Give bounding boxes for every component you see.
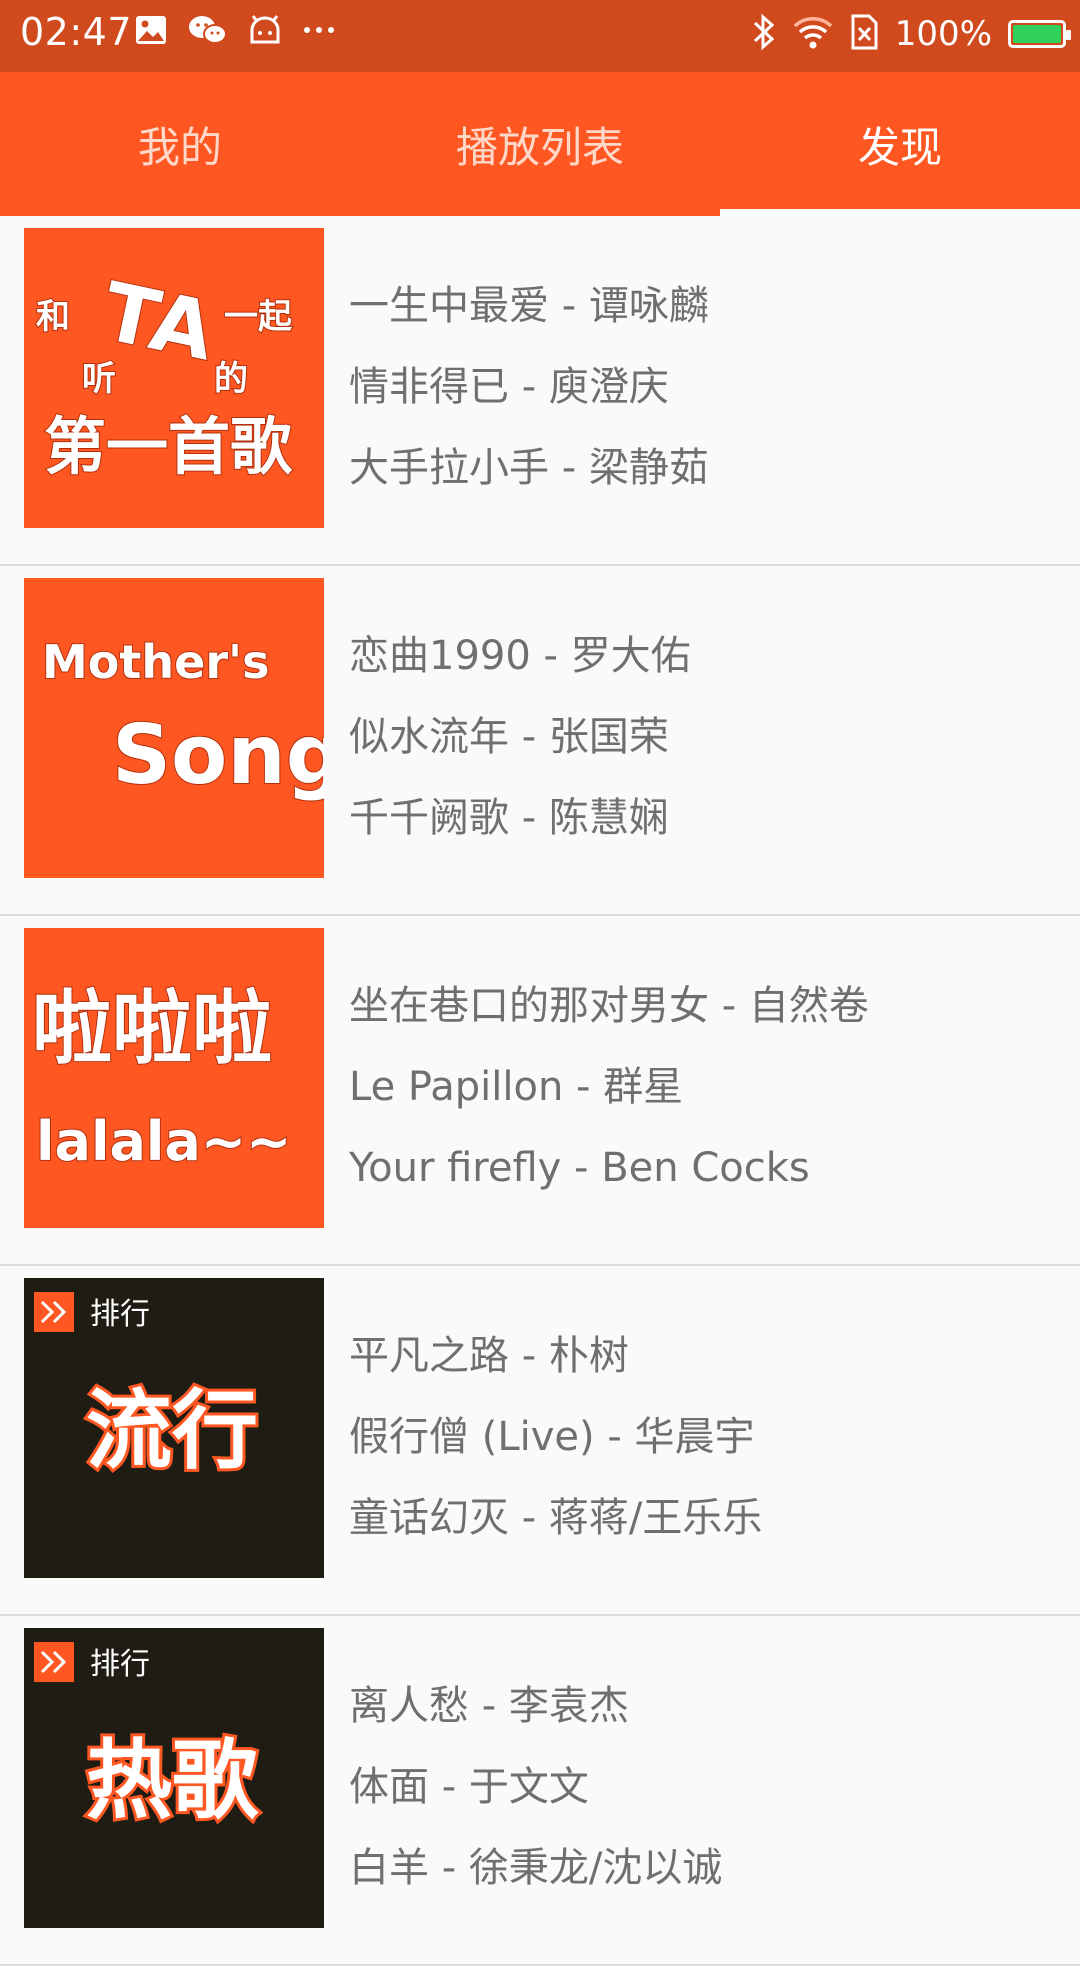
cover-text-yiqi: 一起	[224, 297, 293, 337]
song-line: 假行僧 (Live) - 华晨宇	[349, 1414, 755, 1460]
tab-discover[interactable]: 发现	[720, 72, 1080, 216]
notification-icons	[134, 14, 336, 50]
playlist-cover-mothers-song: Mother's Song	[24, 578, 324, 878]
tab-mine[interactable]: 我的	[0, 72, 360, 216]
more-dots-icon	[302, 14, 336, 50]
battery-percentage: 100%	[894, 14, 992, 54]
wifi-icon	[793, 12, 833, 56]
song-list: 恋曲1990 - 罗大佑 似水流年 - 张国荣 千千阙歌 - 陈慧娴	[349, 632, 691, 875]
song-line: 离人愁 - 李袁杰	[349, 1683, 629, 1729]
cover-text-ting: 听	[82, 359, 116, 399]
playlist-item-hot-chart[interactable]: 排行 热歌 离人愁 - 李袁杰 体面 - 于文文 白羊 - 徐秉龙/沈以诚	[0, 1616, 1080, 1966]
song-list: 坐在巷口的那对男女 - 自然卷 Le Papillon - 群星 Your fi…	[349, 982, 869, 1225]
song-line: 大手拉小手 - 梁静茹	[349, 445, 709, 491]
cover-title-text: 流行	[86, 1381, 258, 1481]
status-time: 02:47	[20, 10, 133, 54]
playlist-list: 和 TA 一起 听 的 第一首歌 一生中最爱 - 谭咏麟 情非得已 - 庾澄庆 …	[0, 216, 1080, 1966]
wechat-icon	[188, 14, 228, 50]
song-line: 坐在巷口的那对男女 - 自然卷	[349, 983, 869, 1029]
song-line: 一生中最爱 - 谭咏麟	[349, 283, 709, 329]
song-line: 童话幻灭 - 蒋蒋/王乐乐	[349, 1495, 763, 1541]
cover-text-de: 的	[214, 359, 248, 399]
cover-badge-text: 排行	[90, 1297, 150, 1332]
tab-active-indicator	[720, 209, 1080, 216]
bluetooth-icon	[751, 12, 777, 56]
battery-icon	[1008, 20, 1071, 48]
cover-text-lalala-cn: 啦啦啦	[32, 982, 272, 1075]
cover-text-mothers: Mother's	[42, 635, 269, 689]
cover-text-lalala-en: lalala~~	[36, 1110, 291, 1173]
android-icon	[248, 14, 282, 50]
song-list: 一生中最爱 - 谭咏麟 情非得已 - 庾澄庆 大手拉小手 - 梁静茹	[349, 282, 709, 525]
song-line: 似水流年 - 张国荣	[349, 714, 669, 760]
playlist-cover-lalala: 啦啦啦 lalala~~	[24, 928, 324, 1228]
cover-text-he: 和	[36, 297, 70, 337]
song-line: 平凡之路 - 朴树	[349, 1333, 629, 1379]
playlist-item-lalala[interactable]: 啦啦啦 lalala~~ 坐在巷口的那对男女 - 自然卷 Le Papillon…	[0, 916, 1080, 1266]
system-icons: 100%	[751, 12, 1071, 56]
cover-text-first-song: 第一首歌	[44, 410, 293, 483]
song-line: Le Papillon - 群星	[349, 1064, 684, 1110]
song-line: 恋曲1990 - 罗大佑	[349, 633, 691, 679]
status-bar: 02:47 100%	[0, 0, 1080, 72]
song-line: 白羊 - 徐秉龙/沈以诚	[349, 1845, 723, 1891]
image-icon	[134, 14, 168, 50]
song-list: 离人愁 - 李袁杰 体面 - 于文文 白羊 - 徐秉龙/沈以诚	[349, 1682, 722, 1925]
song-line: Your firefly - Ben Cocks	[349, 1145, 810, 1191]
playlist-item-mothers-song[interactable]: Mother's Song 恋曲1990 - 罗大佑 似水流年 - 张国荣 千千…	[0, 566, 1080, 916]
chart-logo-icon	[34, 1292, 74, 1332]
cover-text-song: Song	[112, 708, 324, 803]
song-list: 平凡之路 - 朴树 假行僧 (Live) - 华晨宇 童话幻灭 - 蒋蒋/王乐乐	[349, 1332, 762, 1575]
sim-icon	[849, 12, 879, 56]
song-line: 情非得已 - 庾澄庆	[349, 364, 669, 410]
tab-playlist[interactable]: 播放列表	[360, 72, 720, 216]
tab-bar: 我的 播放列表 发现	[0, 72, 1080, 216]
playlist-cover-first-song: 和 TA 一起 听 的 第一首歌	[24, 228, 324, 528]
playlist-cover-pop-chart: 排行 流行	[24, 1278, 324, 1578]
song-line: 千千阙歌 - 陈慧娴	[349, 795, 669, 841]
song-line: 体面 - 于文文	[349, 1764, 589, 1810]
cover-badge-text: 排行	[90, 1647, 150, 1682]
cover-title-text: 热歌	[86, 1731, 259, 1831]
playlist-item-pop-chart[interactable]: 排行 流行 平凡之路 - 朴树 假行僧 (Live) - 华晨宇 童话幻灭 - …	[0, 1266, 1080, 1616]
chart-logo-icon	[34, 1642, 74, 1682]
playlist-cover-hot-chart: 排行 热歌	[24, 1628, 324, 1928]
playlist-item-first-song[interactable]: 和 TA 一起 听 的 第一首歌 一生中最爱 - 谭咏麟 情非得已 - 庾澄庆 …	[0, 216, 1080, 566]
